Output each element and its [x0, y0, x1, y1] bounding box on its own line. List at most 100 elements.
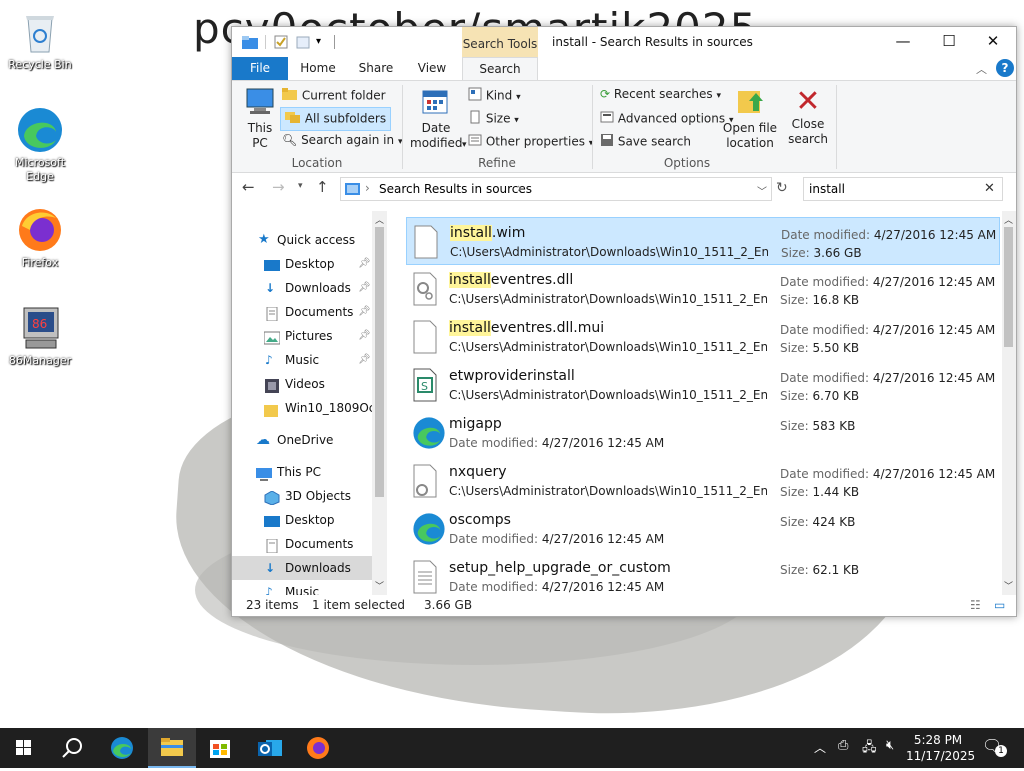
nav-this-pc[interactable]: This PC [232, 460, 372, 484]
list-scroll-thumb[interactable] [1004, 227, 1013, 347]
desktop-icon-86manager[interactable]: 86 86Manager [0, 304, 80, 368]
list-item-nxquery[interactable]: nxquery C:\Users\Administrator\Downloads… [406, 457, 1000, 505]
nav-item-downloads-selected[interactable]: ↓ Downloads [232, 556, 372, 580]
collapse-ribbon-icon[interactable]: ︿ [976, 61, 987, 77]
list-item-setup-help[interactable]: setup_help_upgrade_or_custom Date modifi… [406, 553, 1000, 595]
edge-icon [111, 737, 133, 759]
nav-onedrive[interactable]: ☁ OneDrive [232, 428, 372, 452]
list-item-install-wim[interactable]: install.wim C:\Users\Administrator\Downl… [406, 217, 1000, 265]
close-button[interactable]: ✕ [970, 27, 1016, 57]
list-item-installeventres-dll[interactable]: installeventres.dll C:\Users\Administrat… [406, 265, 1000, 313]
search-button[interactable] [48, 728, 96, 768]
tab-view[interactable]: View [406, 57, 458, 80]
tab-share[interactable]: Share [350, 57, 402, 80]
tab-home[interactable]: Home [292, 57, 344, 80]
desktop-icon-recycle-bin[interactable]: Recycle Bin [0, 8, 80, 72]
list-item-oscomps[interactable]: oscomps Date modified: 4/27/2016 12:45 A… [406, 505, 1000, 553]
advanced-options-button[interactable]: Advanced options ▾ [600, 110, 733, 129]
desktop-icon-edge[interactable]: Microsoft Edge [0, 106, 80, 184]
list-item-etwproviderinstall[interactable]: S etwproviderinstall C:\Users\Administra… [406, 361, 1000, 409]
nav-item-win10-folder[interactable]: Win10_1809Oct_ [232, 396, 372, 420]
file-date: Date modified: 4/27/2016 12:45 AM [780, 275, 996, 289]
file-path: C:\Users\Administrator\Downloads\Win10_1… [449, 388, 767, 402]
clock[interactable]: 5:28 PM 11/17/2025 [906, 732, 975, 764]
address-box[interactable]: › Search Results in sources › ﹀ [340, 177, 772, 201]
address-dropdown-icon[interactable]: ﹀ [757, 183, 767, 198]
other-properties-button[interactable]: Other properties ▾ [468, 133, 593, 152]
tab-search[interactable]: Search [462, 57, 538, 81]
notifications-icon[interactable]: 🗨︎ 1 [982, 736, 1007, 758]
date-modified-label: Date modified▾ [410, 121, 467, 150]
taskbar-edge[interactable] [98, 728, 146, 768]
nav-item-3d-objects[interactable]: 3D Objects [232, 484, 372, 508]
up-button[interactable]: ↑ [316, 178, 329, 196]
taskbar-outlook[interactable] [246, 728, 294, 768]
network-icon[interactable]: 🖧︎ [862, 738, 877, 760]
this-pc-button[interactable]: This PC [242, 87, 278, 151]
taskbar-store[interactable] [196, 728, 244, 768]
all-subfolders-button[interactable]: All subfolders [280, 107, 392, 131]
nav-item-music[interactable]: ♪ Music [232, 580, 372, 595]
nav-item-documents[interactable]: Documents [232, 532, 372, 556]
tiles-view-icon[interactable]: ▭ [994, 598, 1005, 612]
meet-now-icon[interactable]: ⎙ [838, 738, 848, 753]
refresh-button[interactable]: ↻ [776, 180, 788, 196]
show-hidden-icons[interactable]: ︿ [814, 739, 826, 756]
nav-item-pictures[interactable]: Pictures 📌︎ [232, 324, 372, 348]
nav-item-documents[interactable]: Documents 📌︎ [232, 300, 372, 324]
file-list-scrollbar[interactable]: ︿ ﹀ [1002, 211, 1016, 595]
search-again-button[interactable]: 🔍︎ Search again in ▾ [282, 133, 402, 150]
recent-searches-button[interactable]: ⟳ Recent searches ▾ [600, 87, 721, 104]
nav-quick-access[interactable]: ★ Quick access [232, 228, 372, 252]
maximize-button[interactable]: ☐ [926, 27, 972, 57]
nav-item-desktop[interactable]: Desktop [232, 508, 372, 532]
taskbar-firefox[interactable] [294, 728, 342, 768]
help-icon[interactable]: ? [996, 59, 1014, 77]
customize-qat-icon[interactable]: ▾ [316, 36, 330, 50]
desktop-icon [264, 513, 280, 527]
list-item-installeventres-dll-mui[interactable]: installeventres.dll.mui C:\Users\Adminis… [406, 313, 1000, 361]
kind-button[interactable]: Kind ▾ [468, 87, 521, 106]
new-folder-icon[interactable] [296, 35, 310, 49]
minimize-button[interactable]: — [880, 27, 926, 57]
current-folder-button[interactable]: Current folder [282, 87, 386, 105]
open-file-location-button[interactable]: Open file location [722, 87, 778, 151]
calendar-icon [422, 90, 448, 114]
back-button[interactable]: ← [242, 178, 255, 196]
close-search-button[interactable]: ✕ Close search [788, 87, 828, 147]
volume-muted-icon[interactable]: 🔇︎ [886, 738, 894, 753]
scroll-up-icon[interactable]: ︿ [1004, 213, 1013, 226]
nav-scroll-thumb[interactable] [375, 227, 384, 497]
nav-item-music[interactable]: ♪ Music 📌︎ [232, 348, 372, 372]
desktop-icon-label: Microsoft Edge [14, 156, 66, 183]
search-input[interactable]: install [809, 182, 845, 196]
nav-item-downloads[interactable]: ↓ Downloads 📌︎ [232, 276, 372, 300]
forward-button[interactable]: → [272, 178, 285, 196]
details-view-icon[interactable]: ☷ [970, 598, 981, 612]
taskbar-file-explorer[interactable] [148, 728, 196, 768]
size-button[interactable]: Size ▾ [468, 110, 519, 129]
breadcrumb[interactable]: Search Results in sources [379, 182, 532, 196]
list-item-migapp[interactable]: migapp Date modified: 4/27/2016 12:45 AM… [406, 409, 1000, 457]
start-button[interactable] [0, 728, 48, 768]
file-date-inline: Date modified: 4/27/2016 12:45 AM [449, 436, 665, 450]
nav-item-desktop[interactable]: Desktop 📌︎ [232, 252, 372, 276]
properties-icon[interactable] [274, 35, 288, 49]
scroll-down-icon[interactable]: ﹀ [375, 579, 384, 592]
save-search-button[interactable]: Save search [600, 133, 691, 151]
file-date-inline: Date modified: 4/27/2016 12:45 AM [449, 580, 665, 594]
scroll-up-icon[interactable]: ︿ [375, 213, 384, 226]
folder-icon [264, 401, 280, 417]
recent-locations-button[interactable]: ▾ [298, 181, 303, 191]
search-box[interactable]: install ✕ [803, 177, 1003, 201]
scroll-down-icon[interactable]: ﹀ [1004, 579, 1013, 592]
kind-icon [468, 87, 482, 105]
file-date-inline: Date modified: 4/27/2016 12:45 AM [449, 532, 665, 546]
nav-scrollbar[interactable]: ︿ ﹀ [372, 211, 387, 595]
date-modified-button[interactable]: Date modified▾ [410, 87, 467, 153]
tab-file[interactable]: File [232, 57, 288, 80]
nav-item-videos[interactable]: Videos [232, 372, 372, 396]
clear-search-icon[interactable]: ✕ [984, 181, 995, 196]
title-bar[interactable]: ▾ Search Tools install - Search Results … [232, 27, 1016, 57]
desktop-icon-firefox[interactable]: Firefox [0, 206, 80, 270]
